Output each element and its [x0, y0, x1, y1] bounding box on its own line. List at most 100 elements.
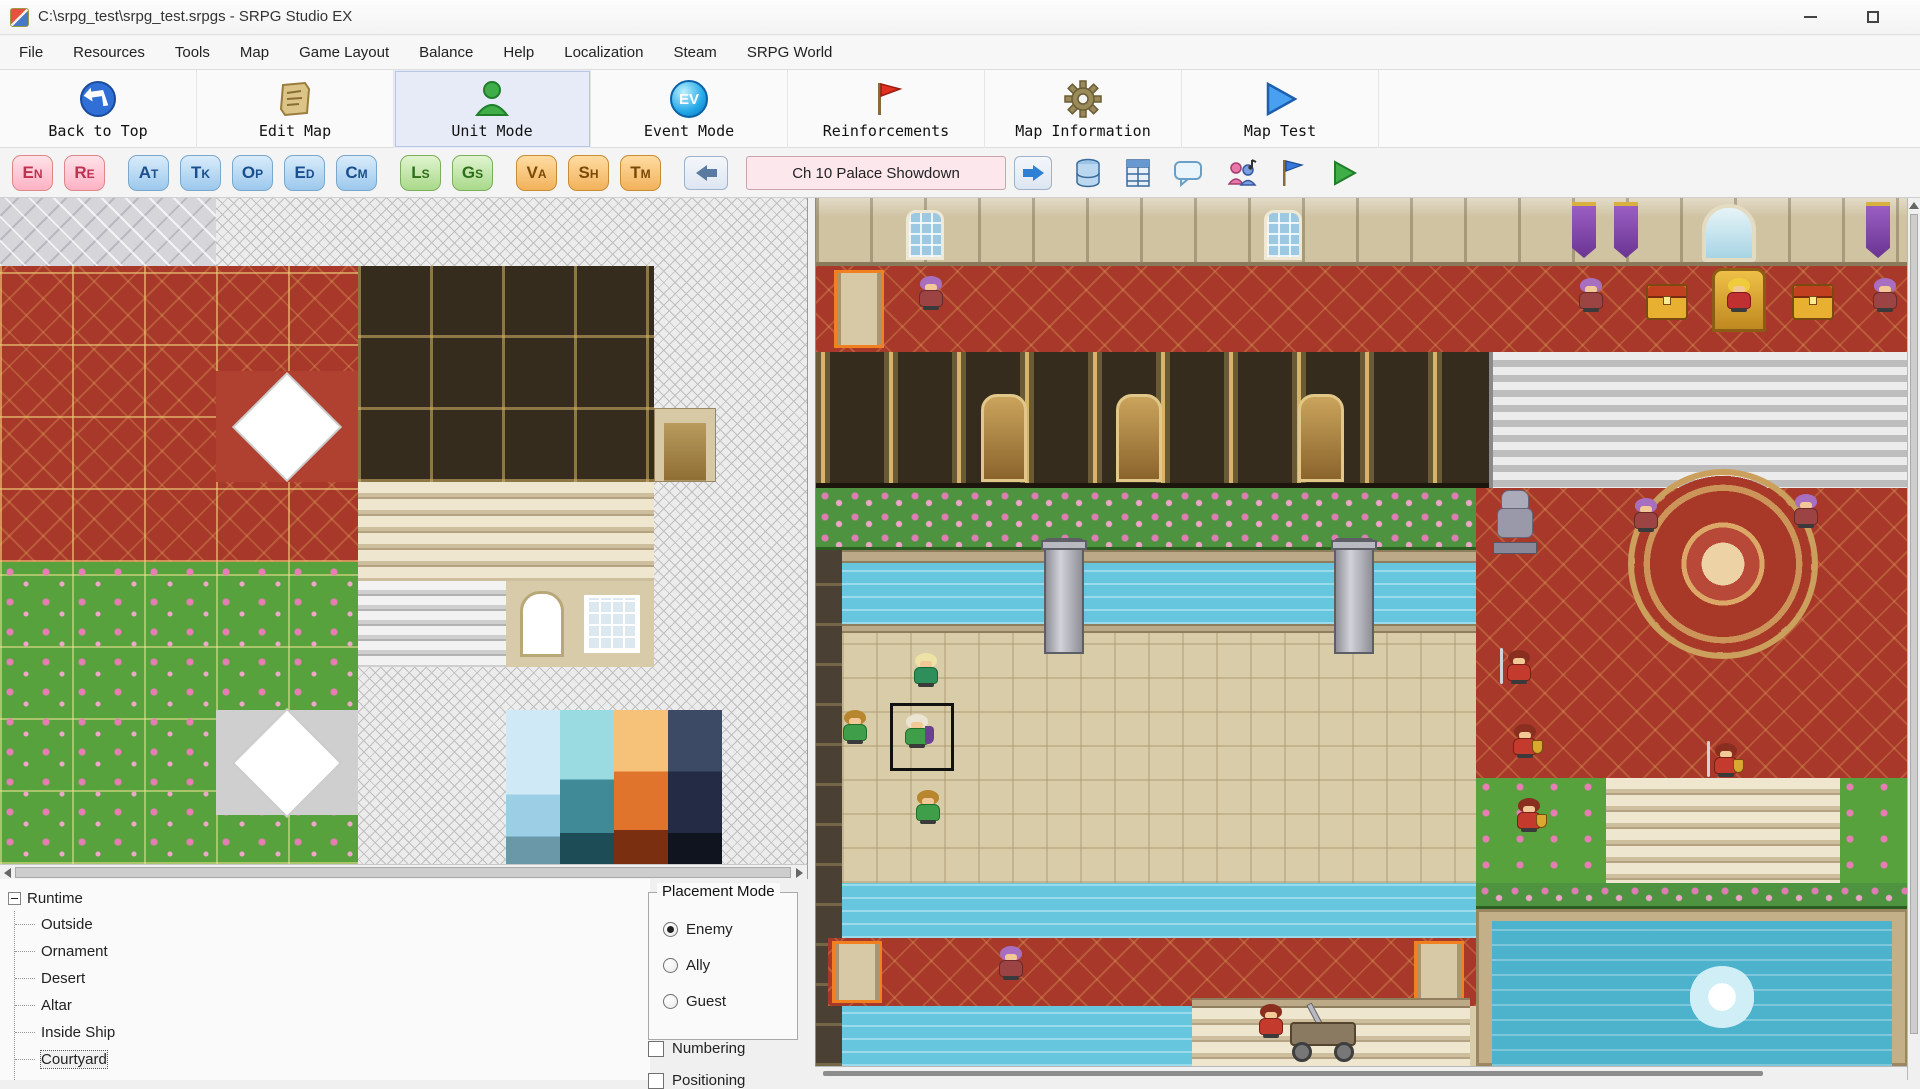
menu-file[interactable]: File — [4, 36, 58, 69]
palette-tile-stairs-tan[interactable] — [358, 482, 654, 581]
back-to-top-button[interactable]: Back to Top — [0, 70, 197, 148]
menu-srpg-world[interactable]: SRPG World — [732, 36, 848, 69]
palette-tile-diamond-white[interactable] — [216, 710, 358, 815]
numbering-checkbox[interactable]: Numbering — [648, 1040, 745, 1057]
map-horizontal-scrollbar[interactable] — [815, 1066, 1907, 1080]
mode-button-tk[interactable]: Tk — [180, 155, 221, 191]
enemy-unit[interactable] — [1510, 724, 1540, 762]
palette-tile-diamond-red[interactable] — [216, 371, 358, 482]
chapter-name-field[interactable]: Ch 10 Palace Showdown — [746, 156, 1006, 190]
reinforcements-button[interactable]: Reinforcements — [788, 70, 985, 148]
mode-button-at[interactable]: At — [128, 155, 169, 191]
prev-chapter-button[interactable] — [684, 156, 728, 190]
maximize-button[interactable] — [1845, 0, 1901, 34]
npc-unit[interactable] — [916, 276, 946, 314]
mode-button-sh[interactable]: Sh — [568, 155, 609, 191]
mode-button-va[interactable]: Va — [516, 155, 557, 191]
tree-item-courtyard[interactable]: Courtyard — [15, 1046, 115, 1073]
tree-item-outside[interactable]: Outside — [15, 911, 115, 938]
palette-tile-stairs-gray[interactable] — [358, 581, 506, 667]
database-button[interactable] — [1068, 157, 1108, 189]
npc-unit[interactable] — [996, 946, 1026, 984]
ballista[interactable] — [1286, 1004, 1360, 1062]
mode-button-gs[interactable]: Gs — [452, 155, 493, 191]
map-information-button[interactable]: Map Information — [985, 70, 1182, 148]
palette-tile-scenery-teal[interactable] — [560, 710, 614, 864]
scroll-left-button[interactable] — [1, 867, 13, 878]
tree-item-desert[interactable]: Desert — [15, 965, 115, 992]
knight-statue — [1491, 490, 1539, 554]
npc-unit[interactable] — [1576, 278, 1606, 316]
map-test-button[interactable]: Map Test — [1182, 70, 1379, 148]
mode-button-op[interactable]: Op — [232, 155, 273, 191]
palette-horizontal-scrollbar[interactable] — [0, 864, 808, 879]
placement-mode-groupbox: Placement Mode Enemy Ally Guest — [648, 892, 798, 1040]
unit-mode-button[interactable]: Unit Mode — [394, 70, 591, 148]
enemy-unit[interactable] — [1256, 1004, 1286, 1042]
tileset-panel: Runtime Outside Ornament Desert Altar In… — [0, 879, 650, 1080]
wall-window — [906, 210, 944, 260]
palette-tile-gold-door[interactable] — [654, 408, 716, 482]
mode-button-ed[interactable]: Ed — [284, 155, 325, 191]
enemy-unit[interactable] — [1514, 798, 1544, 836]
mode-button-tm[interactable]: Tm — [620, 155, 661, 191]
scroll-thumb[interactable] — [823, 1071, 1763, 1076]
radio-guest[interactable]: Guest — [663, 993, 726, 1010]
menu-balance[interactable]: Balance — [404, 36, 488, 69]
palette-tile-gray-ornate[interactable] — [0, 198, 216, 266]
treasure-chest[interactable] — [1792, 284, 1834, 320]
run-button[interactable] — [1324, 157, 1364, 189]
map-vertical-scrollbar[interactable] — [1907, 198, 1920, 1080]
menu-bar: File Resources Tools Map Game Layout Bal… — [0, 36, 1920, 70]
menu-map[interactable]: Map — [225, 36, 284, 69]
scroll-thumb[interactable] — [15, 867, 791, 878]
mode-button-cm[interactable]: Cm — [336, 155, 377, 191]
positioning-checkbox[interactable]: Positioning — [648, 1072, 745, 1089]
tree-item-altar[interactable]: Altar — [15, 992, 115, 1019]
flag-button[interactable] — [1272, 157, 1312, 189]
palette-tile-scenery-sky[interactable] — [506, 710, 560, 864]
tree-item-cave[interactable]: Cave — [15, 1073, 115, 1080]
palette-tile-scenery-night[interactable] — [668, 710, 722, 864]
mode-button-en[interactable]: En — [12, 155, 53, 191]
boss-unit[interactable] — [1724, 278, 1754, 316]
tree-item-ornament[interactable]: Ornament — [15, 938, 115, 965]
ally-unit[interactable] — [840, 710, 870, 748]
minimize-button[interactable] — [1782, 0, 1838, 34]
menu-game-layout[interactable]: Game Layout — [284, 36, 404, 69]
table-button[interactable] — [1118, 157, 1158, 189]
next-chapter-button[interactable] — [1014, 156, 1052, 190]
event-mode-button[interactable]: EV Event Mode — [591, 70, 788, 148]
selected-tile-highlight — [1414, 941, 1464, 1003]
ally-unit[interactable] — [911, 653, 941, 691]
treasure-chest[interactable] — [1646, 284, 1688, 320]
tree-collapse-toggle[interactable] — [8, 892, 21, 905]
ally-unit[interactable] — [913, 790, 943, 828]
edit-map-button[interactable]: Edit Map — [197, 70, 394, 148]
tile-palette[interactable] — [0, 198, 808, 864]
radio-enemy[interactable]: Enemy — [663, 921, 733, 938]
palette-tile-door-window[interactable] — [506, 581, 654, 667]
scroll-right-button[interactable] — [793, 867, 805, 878]
mode-button-re[interactable]: Re — [64, 155, 105, 191]
npc-unit[interactable] — [1631, 498, 1661, 536]
map-canvas[interactable] — [815, 198, 1907, 1066]
menu-help[interactable]: Help — [488, 36, 549, 69]
radio-ally[interactable]: Ally — [663, 957, 710, 974]
enemy-unit[interactable] — [1504, 650, 1534, 688]
palette-tile-dark-floor[interactable] — [358, 266, 654, 482]
menu-localization[interactable]: Localization — [549, 36, 658, 69]
menu-resources[interactable]: Resources — [58, 36, 160, 69]
tree-item-inside-ship[interactable]: Inside Ship — [15, 1019, 115, 1046]
npc-unit[interactable] — [1870, 278, 1900, 316]
enemy-armor-unit[interactable] — [1711, 743, 1741, 781]
tree-root-runtime[interactable]: Runtime — [8, 885, 115, 911]
menu-steam[interactable]: Steam — [658, 36, 731, 69]
npc-unit[interactable] — [1791, 494, 1821, 532]
mode-button-ls[interactable]: Ls — [400, 155, 441, 191]
comment-button[interactable] — [1168, 157, 1208, 189]
menu-tools[interactable]: Tools — [160, 36, 225, 69]
scroll-thumb[interactable] — [1910, 214, 1918, 1034]
scene-button[interactable] — [1222, 157, 1262, 189]
palette-tile-scenery-sunset[interactable] — [614, 710, 668, 864]
